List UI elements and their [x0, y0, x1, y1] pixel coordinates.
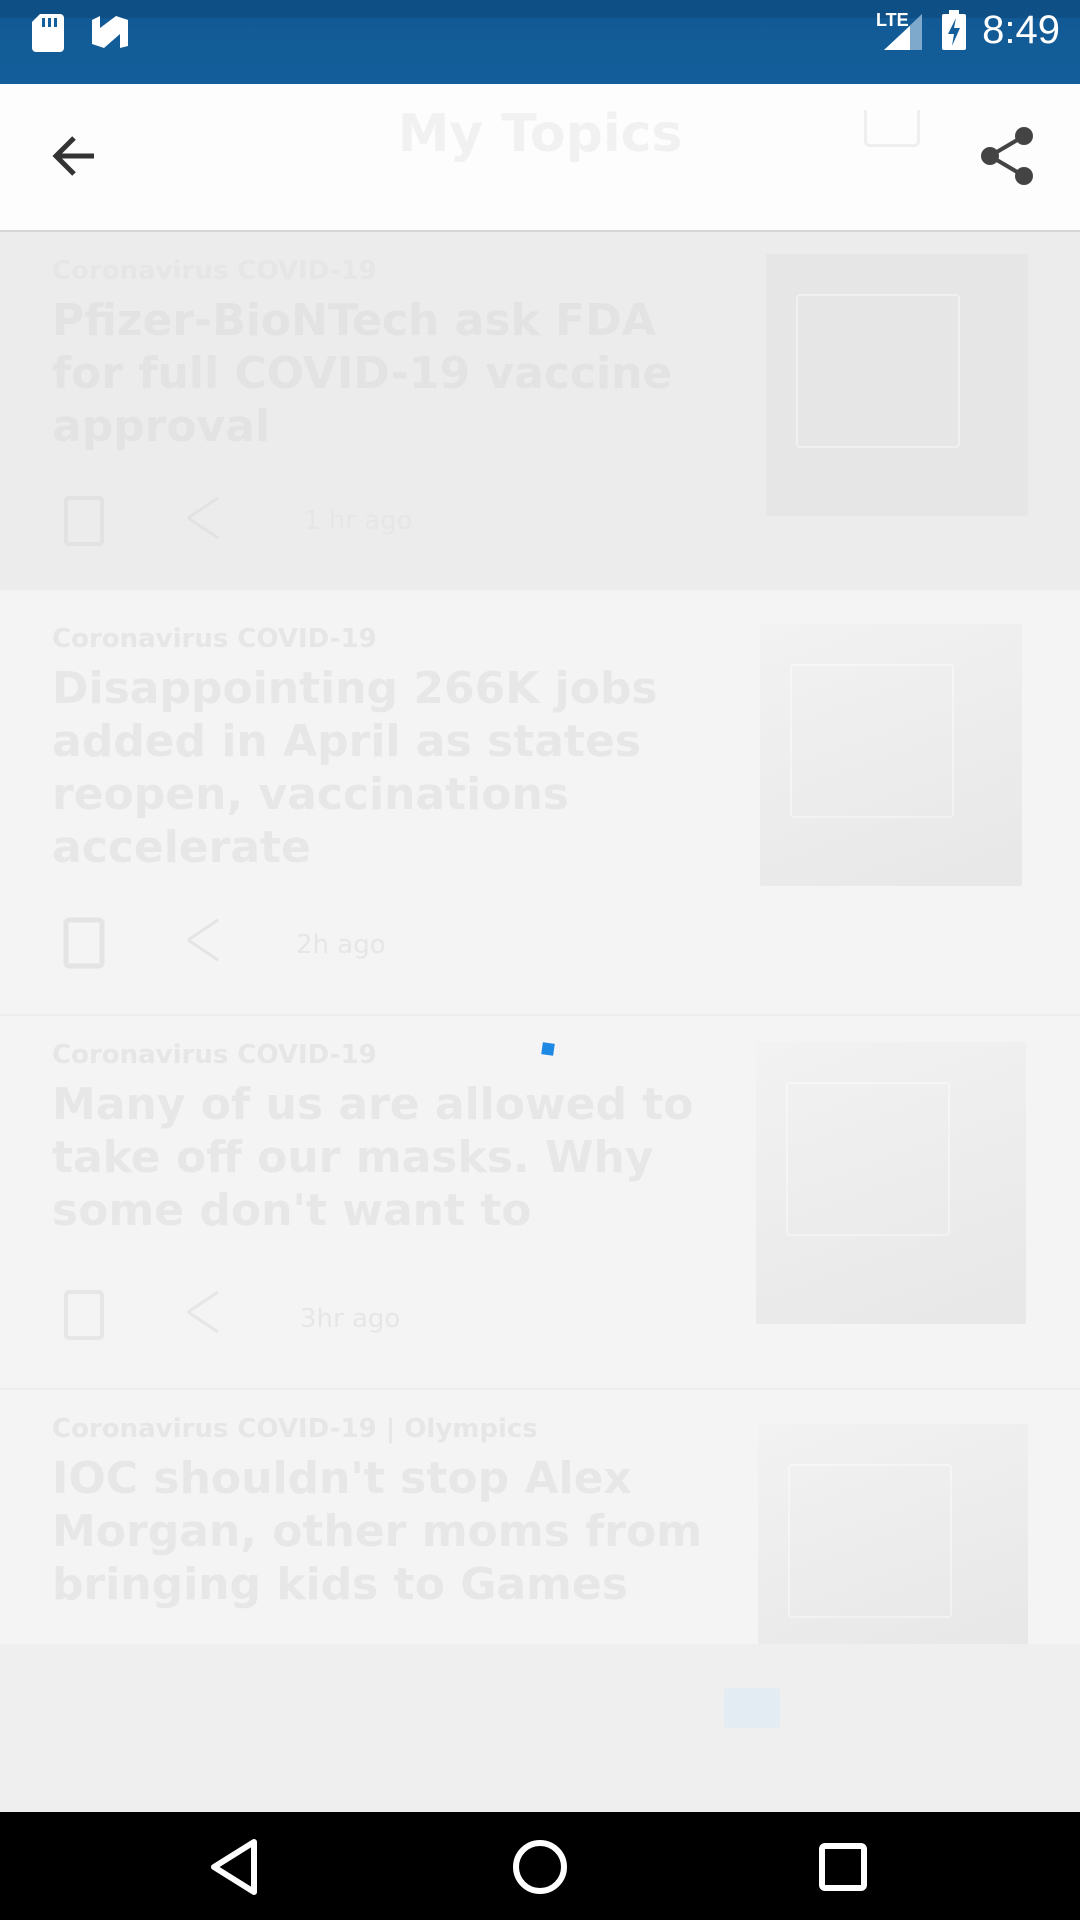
article-thumbnail[interactable] — [766, 254, 1028, 516]
article-time: 3hr ago — [300, 1304, 401, 1334]
article-thumbnail[interactable] — [760, 624, 1022, 886]
bookmark-icon[interactable] — [62, 916, 110, 972]
battery-charging-icon — [942, 10, 966, 50]
sd-card-icon — [32, 14, 64, 52]
share-icon[interactable] — [180, 1284, 228, 1340]
recents-square-icon[interactable] — [808, 1832, 878, 1902]
share-icon[interactable] — [180, 490, 228, 546]
system-nav-bar — [0, 1812, 1080, 1920]
bottom-banner — [0, 1644, 1080, 1812]
lte-signal-icon — [884, 14, 922, 50]
article-topic: Coronavirus COVID-19 — [52, 256, 377, 286]
status-time: 8:49 — [982, 8, 1060, 52]
bookmark-list-icon — [864, 110, 920, 147]
article-topic: Coronavirus COVID-19 — [52, 1040, 377, 1070]
article-topic: Coronavirus COVID-19 — [52, 624, 377, 654]
n-notification-icon — [92, 16, 128, 48]
article-headline[interactable]: IOC shouldn't stop Alex Morgan, other mo… — [52, 1452, 712, 1611]
app-bar: My Topics — [0, 84, 1080, 232]
status-bar: LTE 8:49 — [0, 0, 1080, 84]
loading-indicator — [541, 1042, 555, 1056]
article-time: 2h ago — [296, 930, 386, 960]
article-thumbnail[interactable] — [756, 1042, 1026, 1324]
article-topic: Coronavirus COVID-19 | Olympics — [52, 1414, 538, 1444]
back-triangle-icon[interactable] — [200, 1832, 270, 1902]
home-circle-icon[interactable] — [505, 1832, 575, 1902]
article-card[interactable]: Coronavirus COVID-19 | Olympics IOC shou… — [0, 1390, 1080, 1644]
article-thumbnail[interactable] — [758, 1424, 1028, 1644]
article-time: 1 hr ago — [304, 506, 413, 536]
banner-chip — [724, 1688, 780, 1728]
share-icon[interactable] — [180, 912, 228, 968]
article-card[interactable]: Coronavirus COVID-19 Pfizer-BioNTech ask… — [0, 232, 1080, 590]
article-card[interactable]: Coronavirus COVID-19 Disappointing 266K … — [0, 600, 1080, 1016]
article-card[interactable]: Coronavirus COVID-19 Many of us are allo… — [0, 1016, 1080, 1390]
share-icon[interactable] — [976, 124, 1040, 188]
article-headline[interactable]: Many of us are allowed to take off our m… — [52, 1078, 712, 1237]
bookmark-icon[interactable] — [62, 494, 110, 550]
bookmark-icon[interactable] — [62, 1288, 110, 1344]
article-headline[interactable]: Pfizer-BioNTech ask FDA for full COVID-1… — [52, 294, 712, 453]
article-headline[interactable]: Disappointing 266K jobs added in April a… — [52, 662, 712, 874]
